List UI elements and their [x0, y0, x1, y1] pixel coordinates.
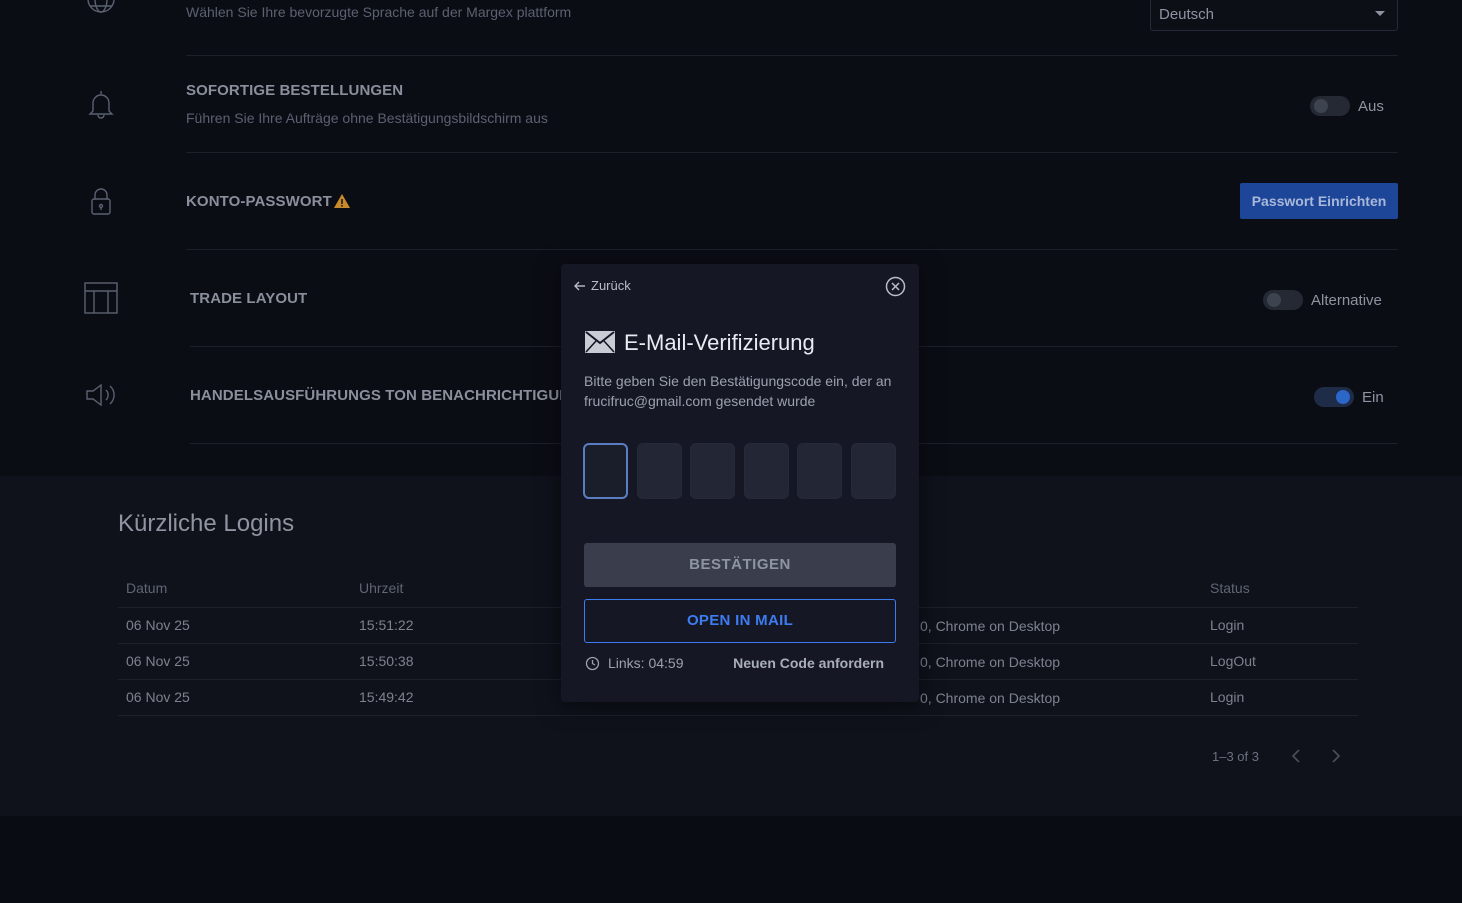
clock-icon	[585, 656, 600, 670]
bell-icon	[84, 87, 118, 121]
divider	[186, 249, 1398, 250]
instant-orders-toggle[interactable]	[1310, 96, 1350, 116]
back-label: Zurück	[591, 278, 631, 293]
row-time: 15:50:38	[359, 653, 414, 669]
chevron-right-icon[interactable]	[1326, 746, 1346, 766]
lock-icon	[84, 184, 118, 218]
trade-layout-toggle-label: Alternative	[1311, 292, 1382, 309]
language-select-value: Deutsch	[1159, 6, 1215, 23]
chevron-left-icon[interactable]	[1286, 746, 1306, 766]
instant-orders-toggle-label: Aus	[1358, 98, 1384, 115]
code-digit-input-5[interactable]	[797, 443, 842, 499]
code-digit-input-2[interactable]	[637, 443, 682, 499]
row-date: 06 Nov 25	[126, 617, 190, 633]
setup-password-button[interactable]: Passwort Einrichten	[1240, 183, 1398, 219]
row-status: LogOut	[1210, 653, 1256, 669]
toggle-knob	[1314, 99, 1328, 113]
account-password-title: KONTO-PASSWORT	[186, 193, 332, 210]
toggle-knob	[1336, 390, 1350, 404]
back-button[interactable]: Zurück	[574, 278, 631, 293]
language-desc: Wählen Sie Ihre bevorzugte Sprache auf d…	[186, 4, 572, 20]
row-device: 0, Chrome on Desktop	[920, 618, 1061, 634]
trade-layout-toggle[interactable]	[1263, 290, 1303, 310]
trade-sound-toggle-label: Ein	[1362, 389, 1384, 406]
row-time: 15:49:42	[359, 689, 414, 705]
close-icon[interactable]	[885, 276, 906, 297]
row-device: 0, Chrome on Desktop	[920, 654, 1061, 670]
row-device: 0, Chrome on Desktop	[920, 690, 1061, 706]
modal-title: E-Mail-Verifizierung	[624, 330, 815, 355]
trade-layout-title: TRADE LAYOUT	[190, 290, 308, 307]
column-header-time: Uhrzeit	[359, 580, 404, 596]
warning-icon	[333, 193, 351, 209]
timer-label: Links: 04:59	[608, 655, 684, 671]
chevron-down-icon	[1375, 11, 1385, 16]
code-digit-input-3[interactable]	[690, 443, 735, 499]
confirm-button[interactable]: BESTÄTIGEN	[584, 543, 896, 587]
code-digit-input-6[interactable]	[851, 443, 896, 499]
globe-icon	[84, 0, 118, 16]
divider	[186, 55, 1398, 56]
table-divider	[118, 715, 1358, 716]
settings-page: Wählen Sie Ihre bevorzugte Sprache auf d…	[0, 0, 1462, 903]
arrow-left-icon	[574, 281, 585, 290]
trade-sound-title: HANDELSAUSFÜHRUNGS TON BENACHRICHTIGUNG	[190, 387, 582, 404]
speaker-icon	[84, 378, 118, 412]
column-header-date: Datum	[126, 580, 168, 596]
column-header-status: Status	[1210, 580, 1250, 596]
recent-logins-heading: Kürzliche Logins	[118, 510, 295, 537]
row-status: Login	[1210, 689, 1245, 705]
language-select[interactable]: Deutsch	[1150, 0, 1398, 31]
code-digit-input-4[interactable]	[744, 443, 789, 499]
toggle-knob	[1267, 293, 1281, 307]
envelope-icon	[585, 331, 615, 353]
email-verification-modal: Zurück E-Mail-Verifizierung Bitte geben …	[561, 264, 919, 702]
trade-sound-toggle[interactable]	[1314, 387, 1354, 407]
code-timer: Links: 04:59	[585, 655, 684, 671]
instant-orders-desc: Führen Sie Ihre Aufträge ohne Bestätigun…	[186, 110, 548, 126]
modal-description: Bitte geben Sie den Bestätigungscode ein…	[584, 373, 892, 409]
request-new-code-link[interactable]: Neuen Code anfordern	[733, 655, 884, 671]
layout-icon	[84, 281, 118, 315]
pagination-label: 1–3 of 3	[1212, 749, 1259, 764]
divider	[186, 152, 1398, 153]
row-date: 06 Nov 25	[126, 653, 190, 669]
instant-orders-title: SOFORTIGE BESTELLUNGEN	[186, 82, 404, 99]
open-in-mail-button[interactable]: OPEN IN MAIL	[584, 599, 896, 643]
row-time: 15:51:22	[359, 617, 414, 633]
row-date: 06 Nov 25	[126, 689, 190, 705]
code-digit-input-1[interactable]	[583, 443, 628, 499]
row-status: Login	[1210, 617, 1245, 633]
